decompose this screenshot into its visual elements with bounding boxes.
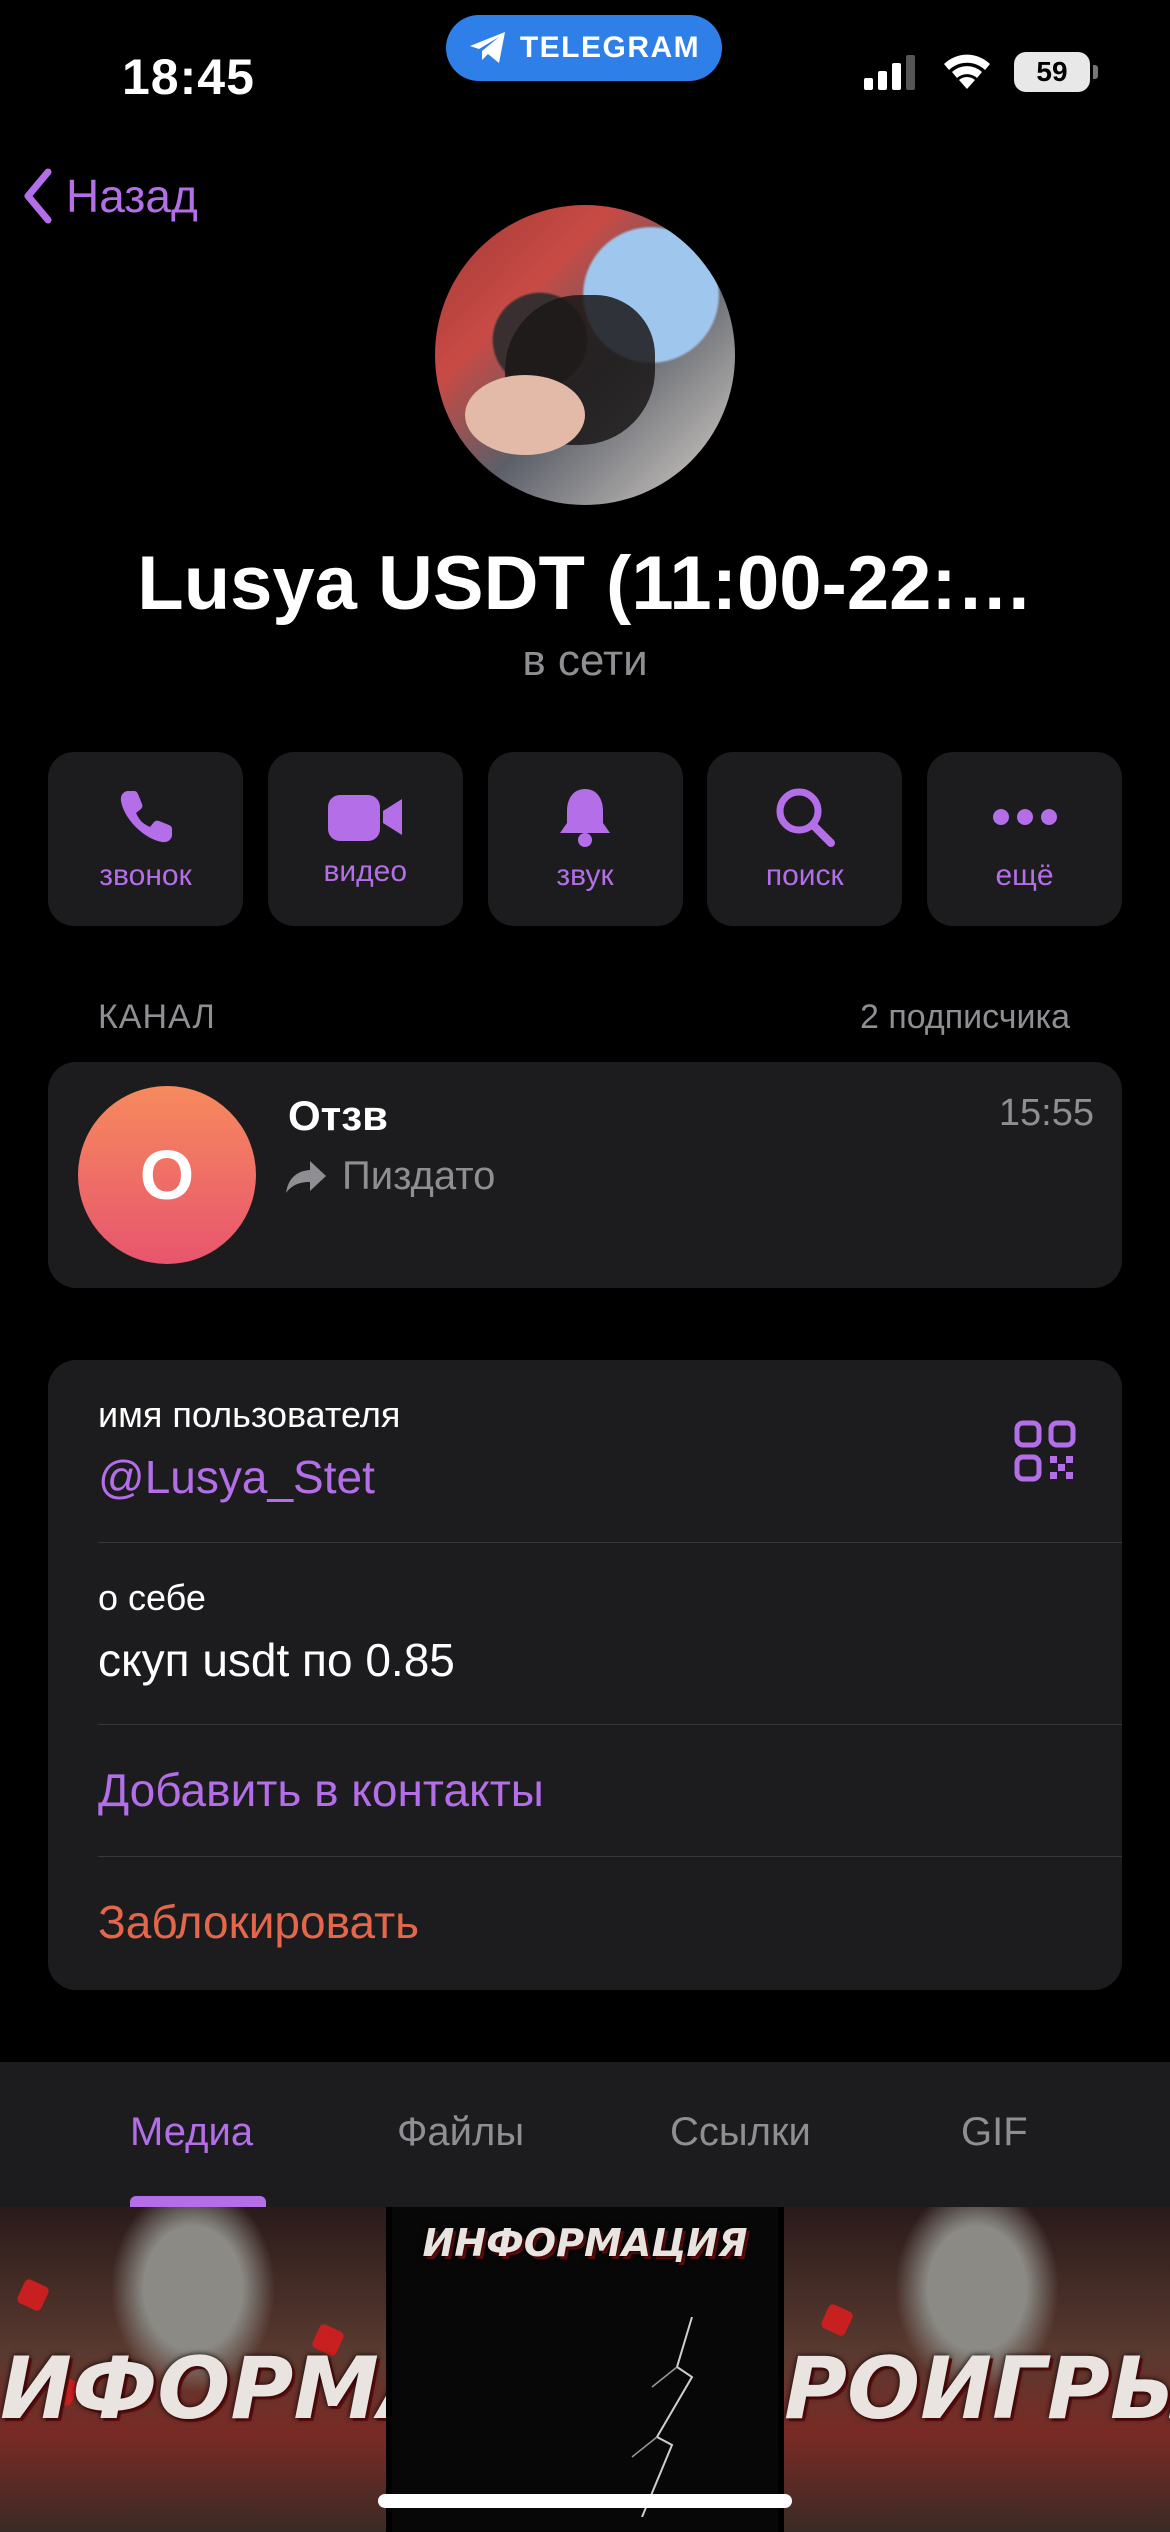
search-icon bbox=[776, 788, 835, 847]
bio-label: о себе bbox=[98, 1577, 206, 1618]
channel-card[interactable]: О Отзв 15:55 Пиздато bbox=[48, 1062, 1122, 1288]
chevron-left-icon bbox=[24, 168, 52, 224]
media-caption: ИФОРМАЦИ bbox=[0, 2339, 386, 2439]
profile-name: Lusya USDT (11:00-22:… bbox=[137, 541, 1033, 626]
tab-links[interactable]: Ссылки bbox=[670, 2110, 811, 2155]
channel-time: 15:55 bbox=[998, 1092, 1094, 1134]
back-button[interactable]: Назад bbox=[22, 168, 198, 224]
profile-status: в сети bbox=[522, 636, 648, 685]
status-time: 18:45 bbox=[122, 49, 255, 105]
tab-gif[interactable]: GIF bbox=[961, 2110, 1028, 2155]
block-row[interactable]: Заблокировать bbox=[48, 1857, 1122, 1990]
video-label: видео bbox=[323, 855, 408, 888]
sound-button[interactable]: звук bbox=[487, 752, 683, 926]
cellular-signal-icon bbox=[864, 55, 915, 90]
more-button[interactable]: ещё bbox=[927, 752, 1122, 926]
media-thumbnail[interactable]: ИФОРМАЦИ bbox=[0, 2207, 386, 2532]
search-label: поиск bbox=[765, 859, 844, 892]
username-value[interactable]: @Lusya_Stet bbox=[98, 1450, 375, 1504]
username-label: имя пользователя bbox=[98, 1394, 401, 1435]
tab-files[interactable]: Файлы bbox=[397, 2110, 524, 2155]
qr-code-icon[interactable] bbox=[1014, 1420, 1076, 1482]
channel-section-label: КАНАЛ bbox=[98, 998, 216, 1036]
status-icons: 59 bbox=[864, 52, 1098, 92]
bio-value: скуп usdt по 0.85 bbox=[98, 1634, 455, 1686]
profile-avatar[interactable] bbox=[435, 205, 735, 505]
info-card: имя пользователя @Lusya_Stet о себе скуп… bbox=[48, 1360, 1122, 1990]
media-caption: РОИГРЫШ bbox=[784, 2339, 1170, 2439]
battery-level: 59 bbox=[1036, 56, 1068, 87]
media-thumbnail[interactable]: РОИГРЫШ bbox=[784, 2207, 1170, 2532]
home-indicator[interactable] bbox=[378, 2494, 792, 2508]
channel-last-message: Пиздато bbox=[284, 1154, 495, 1199]
avatar-photo-detail bbox=[465, 375, 585, 455]
forward-arrow-icon bbox=[286, 1160, 326, 1193]
dice-decoration bbox=[15, 2277, 51, 2313]
telegram-pill[interactable]: TELEGRAM bbox=[446, 15, 722, 81]
bell-icon bbox=[560, 789, 610, 847]
block-button[interactable]: Заблокировать bbox=[98, 1895, 419, 1949]
add-contact-button[interactable]: Добавить в контакты bbox=[98, 1763, 544, 1817]
channel-subscribers: 2 подписчика bbox=[859, 998, 1070, 1036]
search-button[interactable]: поиск bbox=[707, 752, 903, 926]
battery-indicator: 59 bbox=[1014, 52, 1098, 92]
call-button[interactable]: звонок bbox=[48, 752, 243, 926]
active-tab-indicator bbox=[130, 2196, 266, 2207]
video-button[interactable]: видео bbox=[267, 752, 463, 926]
more-label: ещё bbox=[995, 859, 1054, 892]
status-bar: 18:45 TELEGRAM 59 bbox=[0, 0, 1170, 150]
dice-decoration bbox=[819, 2302, 855, 2338]
username-row[interactable]: имя пользователя @Lusya_Stet bbox=[48, 1360, 1122, 1540]
video-icon bbox=[328, 795, 403, 841]
telegram-icon bbox=[469, 32, 505, 63]
action-buttons: звонок видео звук поиск ещё bbox=[48, 752, 1122, 926]
more-icon bbox=[992, 809, 1057, 825]
channel-avatar: О bbox=[78, 1086, 256, 1264]
media-thumbnail[interactable]: ИНФОРМАЦИЯ bbox=[392, 2207, 778, 2532]
channel-message-text: Пиздато bbox=[342, 1154, 496, 1198]
phone-icon bbox=[120, 791, 172, 843]
media-caption: ИНФОРМАЦИЯ bbox=[422, 2221, 748, 2265]
back-label: Назад bbox=[66, 170, 198, 222]
bio-row: о себе скуп usdt по 0.85 bbox=[48, 1543, 1122, 1723]
call-label: звонок bbox=[99, 859, 192, 892]
sound-label: звук bbox=[556, 859, 614, 892]
lightning-decoration bbox=[631, 2317, 694, 2517]
wifi-icon bbox=[944, 54, 990, 89]
telegram-pill-label: TELEGRAM bbox=[519, 31, 701, 64]
channel-title: Отзв bbox=[288, 1092, 388, 1139]
add-contact-row[interactable]: Добавить в контакты bbox=[48, 1725, 1122, 1855]
media-tabs: Медиа Файлы Ссылки GIF bbox=[0, 2062, 1170, 2207]
tab-media[interactable]: Медиа bbox=[130, 2110, 253, 2155]
